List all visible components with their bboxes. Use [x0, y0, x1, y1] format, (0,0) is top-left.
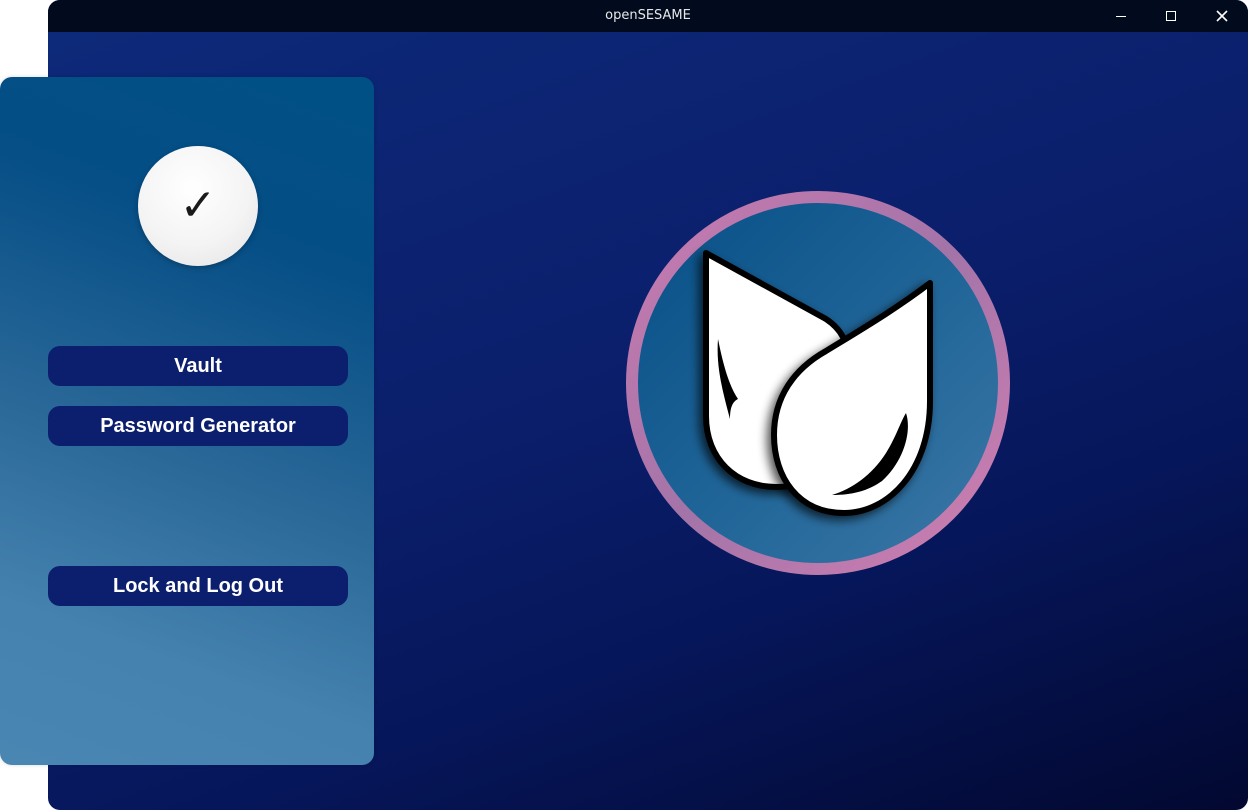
maximize-icon — [1166, 11, 1176, 21]
close-icon — [1216, 10, 1228, 22]
close-button[interactable] — [1197, 0, 1247, 32]
title-bar[interactable]: openSESAME — [48, 0, 1248, 32]
maximize-button[interactable] — [1146, 0, 1196, 32]
unlocked-status-indicator: ✓ — [138, 146, 258, 266]
minimize-icon — [1116, 16, 1126, 17]
vault-button[interactable]: Vault — [48, 346, 348, 386]
lock-and-log-out-button[interactable]: Lock and Log Out — [48, 566, 348, 606]
minimize-button[interactable] — [1096, 0, 1146, 32]
password-generator-button[interactable]: Password Generator — [48, 406, 348, 446]
window-title: openSESAME — [605, 8, 691, 23]
checkmark-icon: ✓ — [179, 180, 217, 231]
opensesame-logo — [626, 191, 1010, 575]
sidebar-panel: ✓ Vault Password Generator Lock and Log … — [0, 77, 374, 765]
